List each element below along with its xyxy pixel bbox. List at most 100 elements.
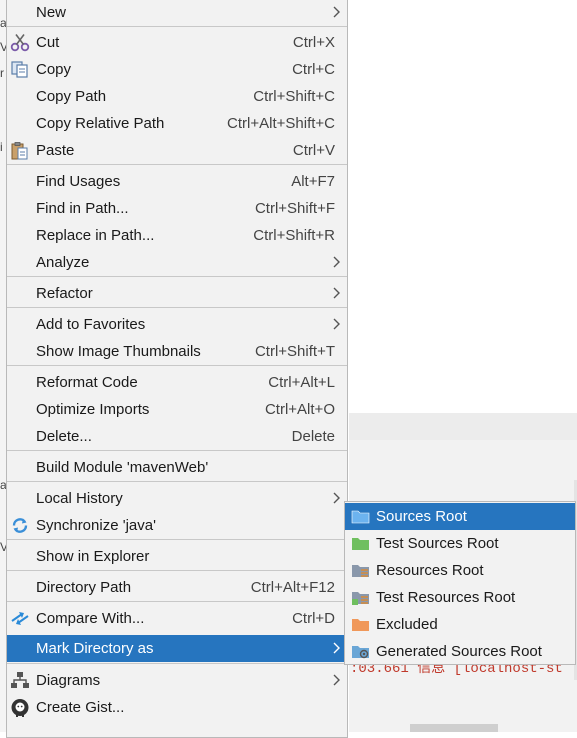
menu-item-label: Directory Path: [36, 579, 132, 596]
menu-item-shortcut: Ctrl+Shift+T: [254, 343, 335, 360]
test-sources-root-folder-icon: [352, 538, 369, 550]
menu-item-synchronize[interactable]: Synchronize 'java': [7, 512, 347, 539]
submenu-item-label: Resources Root: [376, 562, 484, 579]
paste-icon: [11, 142, 28, 160]
menu-item-shortcut: Ctrl+C: [292, 61, 335, 78]
menu-item-show-image-thumbnails[interactable]: Show Image Thumbnails Ctrl+Shift+T: [7, 338, 347, 365]
menu-item-shortcut: Ctrl+Shift+F: [254, 200, 335, 217]
context-menu: New Cut Ctrl+X Copy Ctrl+C Copy Path Ctr…: [6, 0, 348, 738]
menu-item-diagrams[interactable]: Diagrams: [7, 667, 347, 694]
menu-item-label: Copy: [36, 61, 72, 78]
menu-item-directory-path[interactable]: Directory Path Ctrl+Alt+F12: [7, 574, 347, 601]
scissors-icon: [10, 34, 30, 52]
menu-item-shortcut: Ctrl+D: [292, 610, 335, 627]
menu-item-label: Reformat Code: [36, 374, 138, 391]
menu-item-label: Analyze: [36, 254, 90, 271]
menu-item-cut[interactable]: Cut Ctrl+X: [7, 29, 347, 56]
chevron-right-icon: [333, 256, 340, 268]
menu-item-create-gist[interactable]: Create Gist...: [7, 694, 347, 721]
menu-item-shortcut: Delete: [291, 428, 335, 445]
submenu-item-test-sources-root[interactable]: Test Sources Root: [345, 530, 575, 557]
menu-item-optimize-imports[interactable]: Optimize Imports Ctrl+Alt+O: [7, 396, 347, 423]
menu-item-build-module[interactable]: Build Module 'mavenWeb': [7, 454, 347, 481]
menu-item-label: Replace in Path...: [36, 227, 155, 244]
compare-icon: [11, 612, 29, 625]
diagram-icon: [11, 672, 29, 688]
submenu-item-excluded[interactable]: Excluded: [345, 611, 575, 638]
chevron-right-icon: [333, 318, 340, 330]
menu-item-label: Refactor: [36, 285, 93, 302]
menu-separator: [7, 481, 347, 482]
menu-item-shortcut: Ctrl+Shift+R: [253, 227, 335, 244]
menu-item-reformat-code[interactable]: Reformat Code Ctrl+Alt+L: [7, 369, 347, 396]
menu-item-shortcut: Ctrl+Shift+C: [253, 88, 335, 105]
menu-item-label: Find in Path...: [36, 200, 129, 217]
submenu-item-label: Excluded: [376, 616, 438, 633]
sync-icon: [12, 518, 28, 533]
resources-root-folder-icon: [352, 565, 369, 577]
menu-item-shortcut: Ctrl+X: [292, 34, 335, 51]
submenu-item-label: Sources Root: [376, 508, 467, 525]
menu-separator: [7, 365, 347, 366]
menu-item-copy-path[interactable]: Copy Path Ctrl+Shift+C: [7, 83, 347, 110]
menu-item-find-usages[interactable]: Find Usages Alt+F7: [7, 168, 347, 195]
menu-item-local-history[interactable]: Local History: [7, 485, 347, 512]
submenu-item-label: Generated Sources Root: [376, 643, 542, 660]
menu-item-copy-relative-path[interactable]: Copy Relative Path Ctrl+Alt+Shift+C: [7, 110, 347, 137]
chevron-right-icon: [333, 492, 340, 504]
menu-item-label: Local History: [36, 490, 123, 507]
menu-separator: [7, 276, 347, 277]
test-resources-root-folder-icon: [352, 592, 369, 605]
menu-item-new[interactable]: New: [7, 0, 347, 26]
menu-item-refactor[interactable]: Refactor: [7, 280, 347, 307]
menu-item-label: Find Usages: [36, 173, 121, 190]
menu-separator: [7, 601, 347, 602]
background-horizontal-scrollbar[interactable]: [410, 724, 498, 732]
menu-item-label: Mark Directory as: [36, 640, 154, 657]
submenu-item-resources-root[interactable]: Resources Root: [345, 557, 575, 584]
menu-item-show-in-explorer[interactable]: Show in Explorer: [7, 543, 347, 570]
sources-root-folder-icon: [351, 510, 370, 524]
menu-separator: [7, 570, 347, 571]
menu-item-shortcut: Alt+F7: [291, 173, 335, 190]
menu-item-label: Synchronize 'java': [36, 517, 156, 534]
chevron-right-icon: [333, 6, 340, 18]
menu-separator: [7, 164, 347, 165]
menu-item-shortcut: Ctrl+Alt+L: [268, 374, 335, 391]
menu-separator: [7, 539, 347, 540]
menu-item-compare-with[interactable]: Compare With... Ctrl+D: [7, 605, 347, 632]
menu-item-replace-in-path[interactable]: Replace in Path... Ctrl+Shift+R: [7, 222, 347, 249]
menu-item-paste[interactable]: Paste Ctrl+V: [7, 137, 347, 164]
menu-separator: [7, 663, 347, 664]
menu-item-label: Compare With...: [36, 610, 145, 627]
menu-item-label: Copy Path: [36, 88, 107, 105]
menu-separator: [7, 450, 347, 451]
chevron-right-icon: [333, 642, 340, 654]
menu-item-mark-directory-as[interactable]: Mark Directory as: [7, 635, 347, 662]
mark-directory-submenu: Sources Root Test Sources Root Resources…: [344, 501, 576, 665]
submenu-item-test-resources-root[interactable]: Test Resources Root: [345, 584, 575, 611]
menu-item-analyze[interactable]: Analyze: [7, 249, 347, 276]
menu-item-label: New: [36, 4, 67, 21]
menu-item-label: Paste: [36, 142, 75, 159]
github-icon: [11, 699, 29, 717]
menu-item-delete[interactable]: Delete... Delete: [7, 423, 347, 450]
menu-item-shortcut: Ctrl+V: [292, 142, 335, 159]
menu-item-label: Create Gist...: [36, 699, 125, 716]
menu-item-shortcut: Ctrl+Alt+Shift+C: [227, 115, 335, 132]
menu-item-label: Add to Favorites: [36, 316, 146, 333]
submenu-item-sources-root[interactable]: Sources Root: [345, 503, 575, 530]
menu-item-label: Show in Explorer: [36, 548, 150, 565]
menu-item-find-in-path[interactable]: Find in Path... Ctrl+Shift+F: [7, 195, 347, 222]
copy-icon: [11, 61, 28, 78]
generated-sources-root-folder-icon: [352, 646, 369, 659]
menu-item-copy[interactable]: Copy Ctrl+C: [7, 56, 347, 83]
submenu-item-generated-sources-root[interactable]: Generated Sources Root: [345, 638, 575, 665]
menu-item-label: Build Module 'mavenWeb': [36, 459, 209, 476]
menu-item-shortcut: Ctrl+Alt+O: [264, 401, 335, 418]
menu-item-label: Delete...: [36, 428, 92, 445]
chevron-right-icon: [333, 674, 340, 686]
menu-item-label: Cut: [36, 34, 60, 51]
menu-separator: [7, 26, 347, 27]
menu-item-add-to-favorites[interactable]: Add to Favorites: [7, 311, 347, 338]
